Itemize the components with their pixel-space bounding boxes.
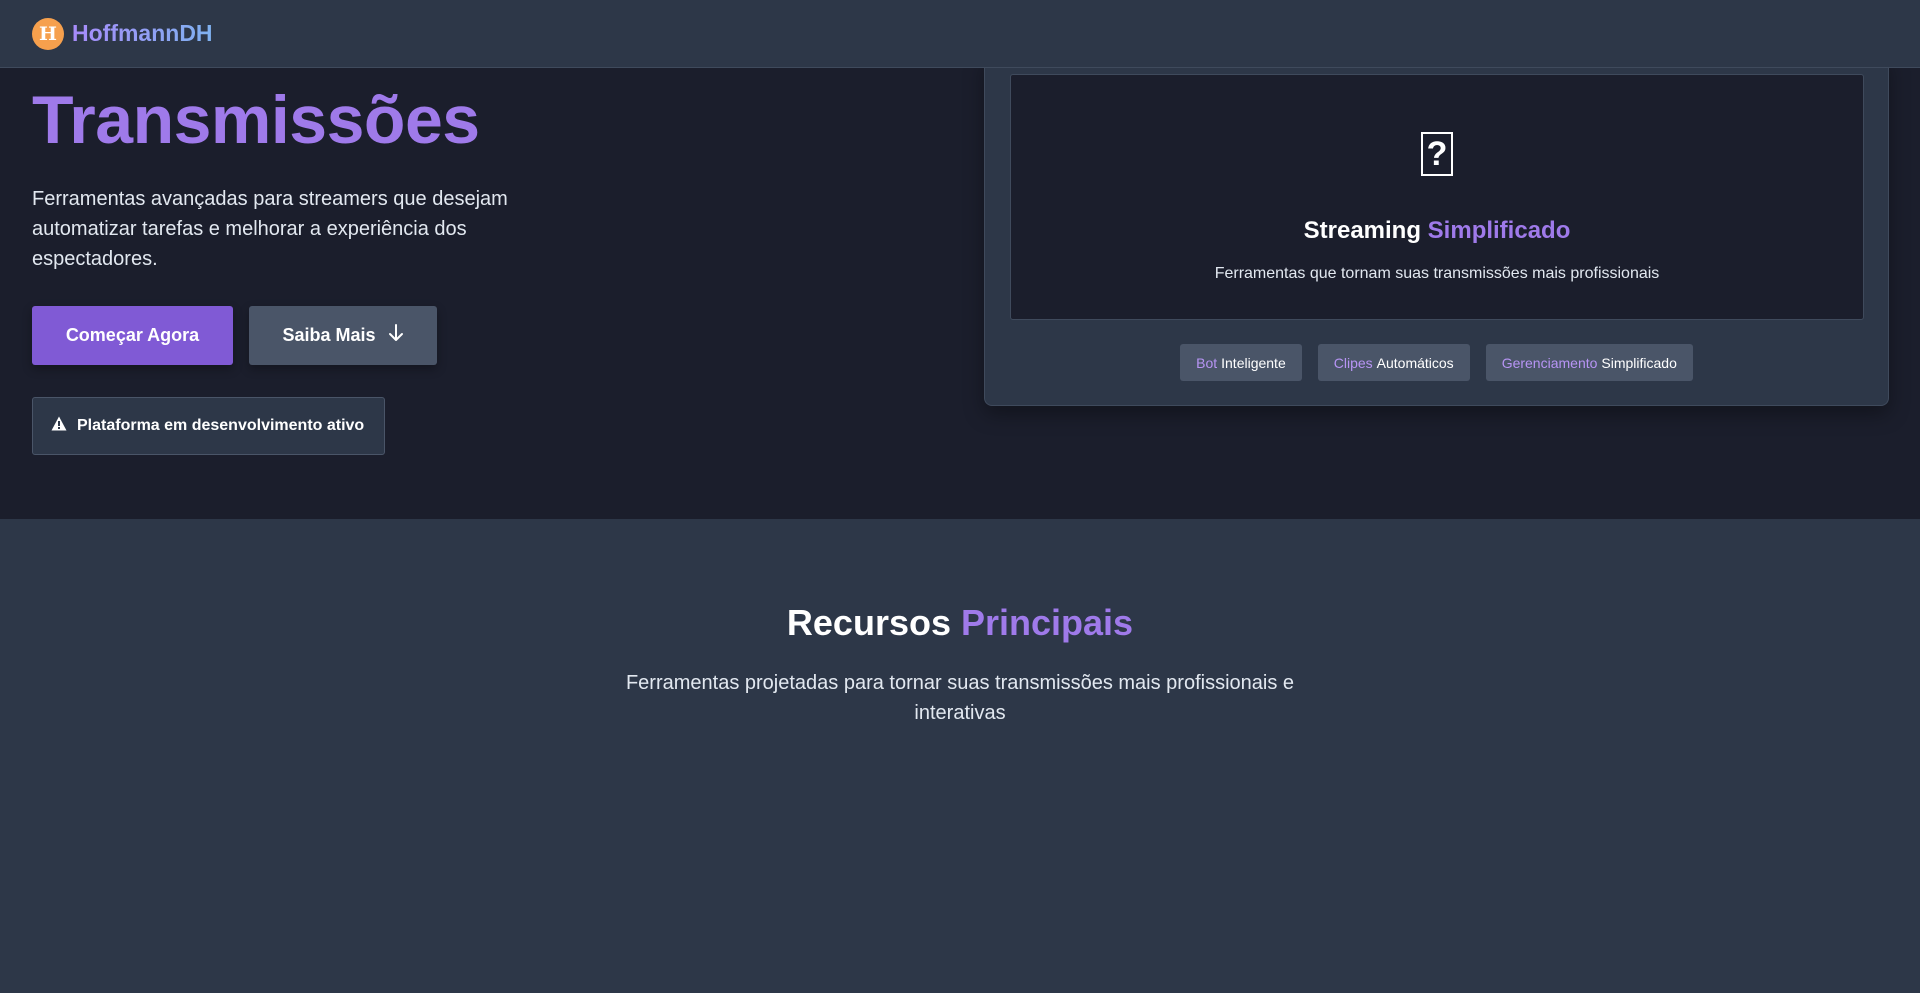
dev-notice-badge: Plataforma em desenvolvimento ativo (32, 397, 385, 455)
logo-icon[interactable]: H (32, 17, 64, 50)
tag-text: Inteligente (1221, 354, 1286, 371)
hero-section: Transmissões Ferramentas avançadas para … (0, 0, 1920, 519)
brand-name[interactable]: HoffmannDH (72, 20, 213, 47)
tag-clips: Clipes Automáticos (1317, 344, 1470, 381)
arrow-down-icon (388, 324, 404, 347)
showcase-panel: ? Streaming Simplificado Ferramentas que… (1010, 74, 1864, 320)
warning-icon (51, 416, 67, 436)
features-description: Ferramentas projetadas para tornar suas … (625, 672, 1295, 724)
showcase-title: Streaming Simplificado (1011, 217, 1863, 245)
tag-highlight: Gerenciamento (1501, 354, 1598, 371)
tag-highlight: Bot (1196, 354, 1218, 371)
start-now-label: Começar Agora (65, 325, 200, 345)
tag-highlight: Clipes (1333, 354, 1373, 371)
tag-bot: Bot Inteligente (1180, 344, 1302, 381)
features-title-main: Recursos (786, 602, 951, 643)
showcase-card: ? Streaming Simplificado Ferramentas que… (984, 56, 1889, 406)
feature-tags: Bot Inteligente Clipes Automáticos Geren… (985, 344, 1888, 381)
start-now-button[interactable]: Começar Agora (32, 306, 233, 365)
top-navbar: H HoffmannDH (0, 0, 1920, 68)
tag-text: Simplificado (1601, 354, 1677, 371)
learn-more-button[interactable]: Saiba Mais (249, 306, 437, 365)
features-title-accent: Principais (961, 602, 1134, 643)
features-title: Recursos Principais (0, 602, 1920, 644)
showcase-title-accent: Simplificado (1427, 217, 1571, 244)
showcase-title-main: Streaming (1303, 217, 1421, 244)
hero-description: Ferramentas avançadas para streamers que… (32, 188, 508, 270)
hero-title: Transmissões (32, 82, 480, 158)
showcase-subtitle: Ferramentas que tornam suas transmissões… (1214, 265, 1660, 282)
learn-more-label: Saiba Mais (282, 325, 376, 345)
dev-notice-text: Plataforma em desenvolvimento ativo (77, 417, 365, 434)
tag-text: Automáticos (1376, 354, 1454, 371)
tag-management: Gerenciamento Simplificado (1485, 344, 1693, 381)
question-icon: ? (1421, 132, 1453, 176)
